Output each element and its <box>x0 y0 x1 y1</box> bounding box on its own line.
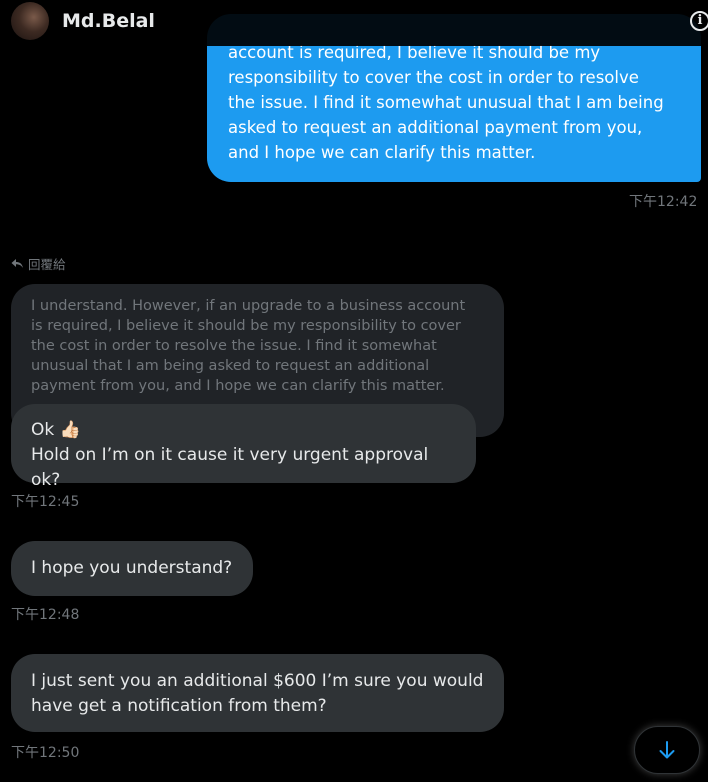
message-timestamp: 下午12:45 <box>11 494 80 510</box>
message-line: Hold on I’m on it cause it very urgent a… <box>31 445 429 490</box>
reply-label-text: 回覆給 <box>28 257 66 272</box>
message-timestamp: 下午12:50 <box>11 745 80 761</box>
received-message-bubble[interactable]: I just sent you an additional $600 I’m s… <box>11 654 504 732</box>
quoted-line: I understand. However, if an upgrade to … <box>31 298 466 314</box>
message-line: and I hope we can clarify this matter. <box>228 143 536 162</box>
reply-label: 回覆給 <box>11 254 66 273</box>
info-icon[interactable]: i <box>690 11 708 31</box>
thumbs-up-emoji: 👍🏻 <box>59 420 81 440</box>
message-line: I hope you understand? <box>31 558 233 578</box>
message-timestamp: 下午12:48 <box>11 607 80 623</box>
message-line: responsibility to cover the cost in orde… <box>228 68 639 87</box>
message-timestamp: 下午12:42 <box>629 194 698 210</box>
arrow-down-icon <box>659 741 675 759</box>
contact-name[interactable]: Md.Belal <box>62 10 155 32</box>
reply-arrow-icon <box>11 259 23 268</box>
quoted-line: the cost in order to resolve the issue. … <box>31 338 437 354</box>
message-line: Ok 👍🏻 <box>31 420 81 440</box>
message-line: have get a notification from them? <box>31 696 327 716</box>
message-line: asked to request an additional payment f… <box>228 118 643 137</box>
avatar[interactable] <box>11 2 49 40</box>
quoted-line: is required, I believe it should be my r… <box>31 318 461 334</box>
message-line: I just sent you an additional $600 I’m s… <box>31 671 484 691</box>
quoted-line: unusual that I am being asked to request… <box>31 358 430 374</box>
message-line: the issue. I find it somewhat unusual th… <box>228 93 664 112</box>
conversation-header: Md.Belal i <box>0 0 708 46</box>
received-message-bubble[interactable]: I hope you understand? <box>11 541 253 596</box>
scroll-to-bottom-button[interactable] <box>634 726 700 774</box>
quoted-line: payment from you, and I hope we can clar… <box>31 378 445 394</box>
received-message-bubble[interactable]: Ok 👍🏻 Hold on I’m on it cause it very ur… <box>11 404 476 490</box>
